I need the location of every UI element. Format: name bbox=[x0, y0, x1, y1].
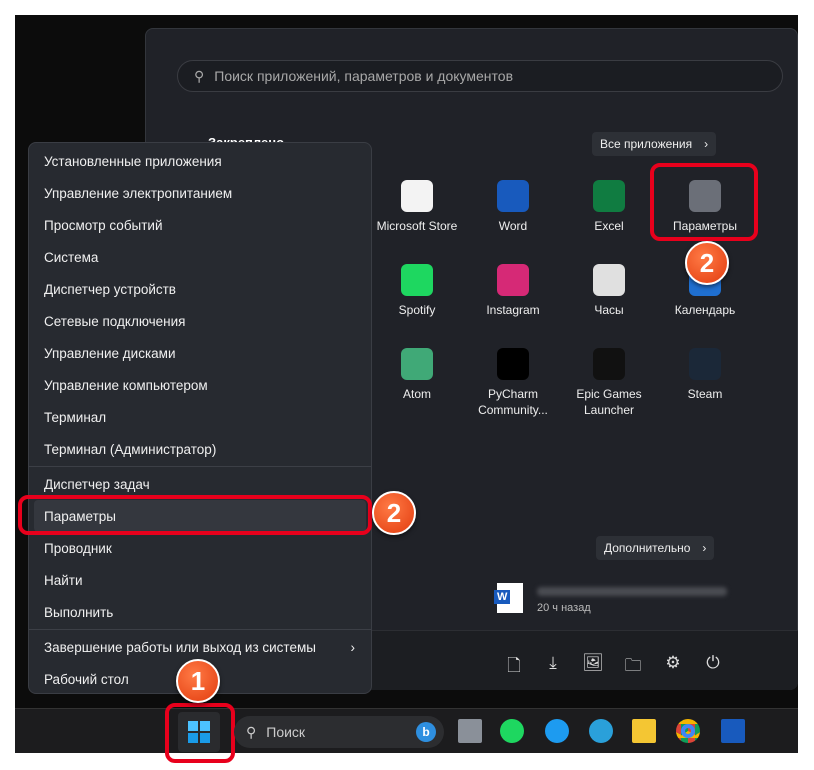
all-apps-button[interactable]: Все приложения › bbox=[592, 132, 717, 156]
menu-item-label: Завершение работы или выход из системы bbox=[44, 639, 316, 655]
search-icon: ⚲ bbox=[246, 723, 257, 740]
downloads-icon[interactable]: ⤓ bbox=[542, 653, 564, 675]
menu-item[interactable]: Терминал (Администратор) bbox=[29, 433, 371, 465]
power-icon[interactable]: ⏻ bbox=[702, 653, 724, 675]
menu-item-label: Управление компьютером bbox=[44, 377, 208, 393]
menu-item-label: Просмотр событий bbox=[44, 217, 163, 233]
step-badge-2: 2 bbox=[685, 241, 729, 285]
app-label: Excel bbox=[594, 219, 624, 233]
menu-item[interactable]: Система bbox=[29, 241, 371, 273]
app-label: Steam bbox=[687, 387, 723, 401]
pinned-app[interactable]: Часы bbox=[561, 264, 657, 318]
word-doc-icon: W bbox=[494, 583, 523, 613]
app-label: Календарь bbox=[674, 303, 736, 317]
menu-item[interactable]: Выполнить bbox=[29, 596, 371, 628]
menu-item-label: Диспетчер задач bbox=[44, 476, 150, 492]
menu-item[interactable]: Терминал bbox=[29, 401, 371, 433]
pinned-app[interactable]: Excel bbox=[561, 180, 657, 234]
app-label: Atom bbox=[402, 387, 431, 401]
file-explorer-icon[interactable]: 🗀 bbox=[622, 653, 644, 675]
menu-item[interactable]: Управление дисками bbox=[29, 337, 371, 369]
highlight-parameters-menu bbox=[18, 495, 372, 535]
app-label: Epic Games Launcher bbox=[576, 387, 642, 417]
app-label: Instagram bbox=[486, 303, 540, 317]
menu-item[interactable]: Проводник bbox=[29, 532, 371, 564]
menu-separator bbox=[29, 629, 371, 630]
chevron-right-icon: › bbox=[702, 541, 707, 555]
chevron-right-icon: › bbox=[704, 137, 709, 151]
word-icon bbox=[497, 180, 529, 212]
chevron-right-icon: › bbox=[350, 639, 356, 655]
telegram-icon[interactable] bbox=[589, 719, 613, 743]
menu-item-label: Выполнить bbox=[44, 604, 114, 620]
menu-item-label: Терминал (Администратор) bbox=[44, 441, 217, 457]
app-label: Spotify bbox=[398, 303, 436, 317]
pinned-app[interactable]: Atom bbox=[369, 348, 465, 402]
pinned-app[interactable]: Steam bbox=[657, 348, 753, 402]
menu-item-label: Сетевые подключения bbox=[44, 313, 186, 329]
spotify-icon bbox=[401, 264, 433, 296]
spotify-icon[interactable] bbox=[500, 719, 524, 743]
step-badge-2: 2 bbox=[372, 491, 416, 535]
documents-icon[interactable]: 🗋 bbox=[503, 653, 525, 675]
pinned-app[interactable]: Spotify bbox=[369, 264, 465, 318]
app-label: Microsoft Store bbox=[376, 219, 458, 233]
file-explorer-icon[interactable] bbox=[632, 719, 656, 743]
atom-icon bbox=[401, 348, 433, 380]
menu-item-label: Управление электропитанием bbox=[44, 185, 233, 201]
menu-item-label: Рабочий стол bbox=[44, 671, 129, 687]
menu-item-label: Терминал bbox=[44, 409, 107, 425]
menu-item[interactable]: Управление электропитанием bbox=[29, 177, 371, 209]
clock-icon bbox=[593, 264, 625, 296]
menu-item[interactable]: Найти bbox=[29, 564, 371, 596]
winx-context-menu: Установленные приложения Управление элект… bbox=[28, 142, 372, 694]
menu-item-label: Найти bbox=[44, 572, 83, 588]
taskbar-search[interactable]: ⚲ Поиск b bbox=[234, 716, 444, 748]
twitter-icon[interactable] bbox=[545, 719, 569, 743]
menu-separator bbox=[29, 466, 371, 467]
instagram-icon bbox=[497, 264, 529, 296]
menu-item-label: Система bbox=[44, 249, 99, 265]
pinned-app[interactable]: Instagram bbox=[465, 264, 561, 318]
recent-time: 20 ч назад bbox=[537, 602, 591, 614]
app-label: PyCharm Community... bbox=[478, 387, 548, 417]
menu-item-label: Проводник bbox=[44, 540, 112, 556]
menu-item[interactable]: Сетевые подключения bbox=[29, 305, 371, 337]
highlight-parameters-app bbox=[650, 163, 758, 241]
menu-item-label: Диспетчер устройств bbox=[44, 281, 176, 297]
steam-icon bbox=[689, 348, 721, 380]
pinned-app[interactable]: PyCharm Community... bbox=[465, 348, 561, 418]
menu-item[interactable]: Установленные приложения bbox=[29, 145, 371, 177]
pictures-icon[interactable]: 🖼 bbox=[582, 653, 604, 675]
menu-item[interactable]: Просмотр событий bbox=[29, 209, 371, 241]
pinned-app[interactable]: Microsoft Store bbox=[369, 180, 465, 234]
highlight-start-button bbox=[165, 703, 235, 763]
step-badge-1: 1 bbox=[176, 659, 220, 703]
recent-item[interactable]: W 20 ч назад bbox=[494, 583, 727, 614]
menu-item-label: Управление дисками bbox=[44, 345, 176, 361]
microsoft-store-icon bbox=[401, 180, 433, 212]
start-search-input[interactable]: ⚲ Поиск приложений, параметров и документ… bbox=[177, 60, 783, 92]
settings-icon[interactable]: ⚙ bbox=[662, 653, 684, 675]
chrome-icon[interactable] bbox=[676, 719, 700, 743]
pinned-app[interactable]: Epic Games Launcher bbox=[561, 348, 657, 418]
menu-item[interactable]: Диспетчер устройств bbox=[29, 273, 371, 305]
calculator-icon[interactable] bbox=[458, 719, 482, 743]
menu-item[interactable]: Управление компьютером bbox=[29, 369, 371, 401]
menu-item-label: Установленные приложения bbox=[44, 153, 222, 169]
search-icon: ⚲ bbox=[194, 67, 205, 84]
bing-icon[interactable]: b bbox=[416, 722, 436, 742]
more-button[interactable]: Дополнительно › bbox=[596, 536, 715, 560]
excel-icon bbox=[593, 180, 625, 212]
word-icon[interactable] bbox=[721, 719, 745, 743]
epic-games-icon bbox=[593, 348, 625, 380]
pycharm-icon bbox=[497, 348, 529, 380]
recent-name-blurred bbox=[537, 587, 727, 596]
app-label: Часы bbox=[594, 303, 624, 317]
app-label: Word bbox=[498, 219, 528, 233]
pinned-app[interactable]: Word bbox=[465, 180, 561, 234]
